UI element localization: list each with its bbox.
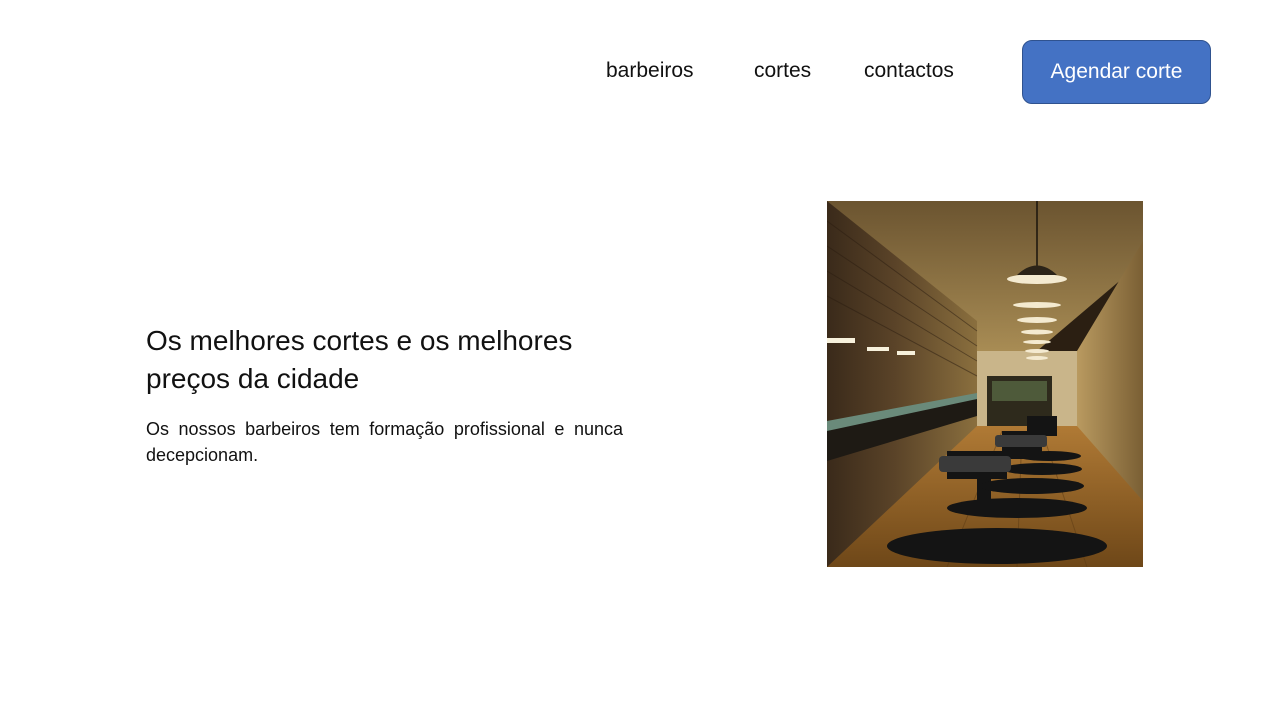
nav-link-barbeiros[interactable]: barbeiros	[606, 57, 694, 85]
hero-description: Os nossos barbeiros tem formação profiss…	[146, 419, 623, 465]
book-appointment-button[interactable]: Agendar corte	[1022, 40, 1211, 104]
nav-link-contactos[interactable]: contactos	[864, 57, 954, 85]
nav-link-cortes[interactable]: cortes	[754, 57, 811, 85]
page: barbeiros cortes contactos Agendar corte…	[0, 0, 1280, 720]
hero-title: Os melhores cortes e os melhores preços …	[146, 325, 573, 394]
barbershop-image	[827, 201, 1143, 567]
